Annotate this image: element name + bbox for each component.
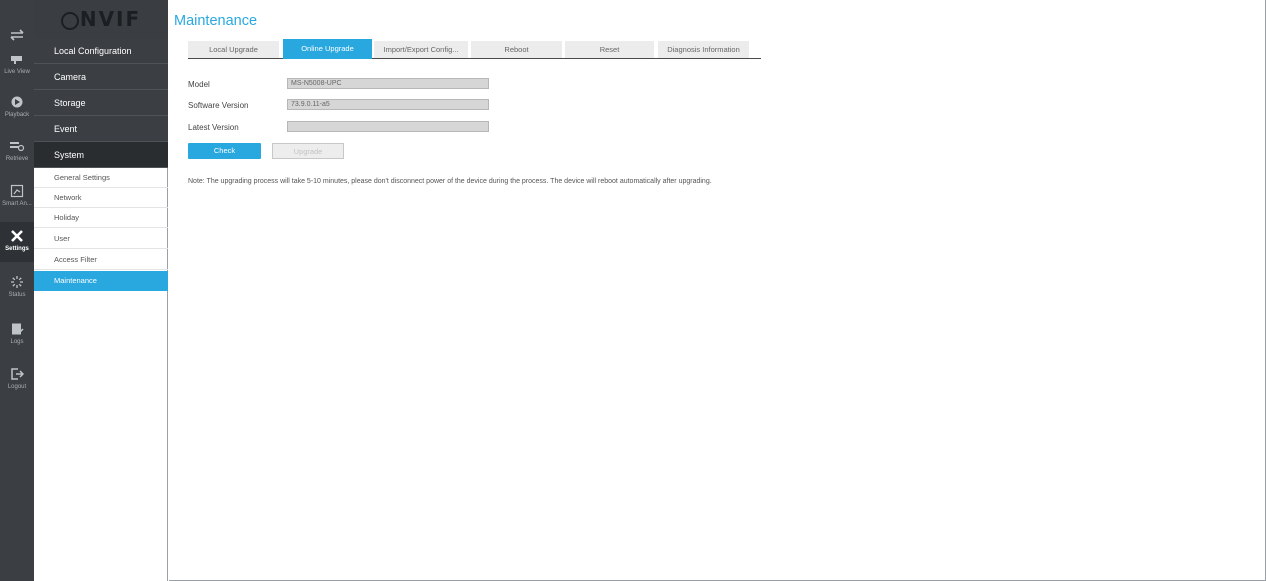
nav-section-event[interactable]: Event — [34, 116, 168, 142]
nav-item-general-settings[interactable]: General Settings — [34, 168, 168, 188]
nav-item-network[interactable]: Network — [34, 188, 168, 208]
upgrade-note: Note: The upgrading process will take 5-… — [188, 178, 712, 185]
tab-bar: Local Upgrade Online Upgrade Import/Expo… — [188, 39, 761, 59]
tab-diagnosis-information[interactable]: Diagnosis Information — [658, 41, 749, 58]
tab-local-upgrade[interactable]: Local Upgrade — [188, 41, 279, 58]
rail-item-switch[interactable] — [0, 26, 34, 44]
tab-import-export-config[interactable]: Import/Export Config... — [374, 41, 468, 58]
nav-item-user[interactable]: User — [34, 229, 168, 249]
software-version-label: Software Version — [188, 101, 249, 110]
swap-arrows-icon — [0, 26, 34, 44]
page-title: Maintenance — [174, 13, 258, 29]
nav-section-local-configuration[interactable]: Local Configuration — [34, 38, 168, 64]
logs-icon — [0, 320, 34, 338]
rail-item-playback[interactable]: Playback — [0, 93, 34, 119]
rail-item-retrieve[interactable]: Retrieve — [0, 137, 34, 163]
settings-nav: NVIF Local Configuration Camera Storage … — [34, 0, 168, 581]
rail-item-live-view[interactable]: Live View — [0, 50, 34, 76]
model-label: Model — [188, 80, 210, 89]
logo-wordmark: NVIF — [60, 7, 141, 31]
rail-item-smart-analysis[interactable]: Smart An... — [0, 182, 34, 208]
camera-icon — [0, 50, 34, 68]
latest-version-field — [287, 121, 489, 132]
nav-item-maintenance[interactable]: Maintenance — [34, 271, 168, 291]
model-field: MS-N5008-UPC — [287, 78, 489, 89]
software-version-field: 73.9.0.11-a5 — [287, 99, 489, 110]
nav-section-camera[interactable]: Camera — [34, 64, 168, 90]
icon-rail: Live View Playback Retrieve Smart An... … — [0, 0, 34, 581]
main-panel: Maintenance Local Upgrade Online Upgrade… — [169, 0, 1266, 581]
smart-analysis-icon — [0, 182, 34, 200]
nav-section-system[interactable]: System — [34, 142, 168, 168]
check-button[interactable]: Check — [188, 143, 261, 159]
latest-version-label: Latest Version — [188, 123, 239, 132]
rail-item-logout[interactable]: Logout — [0, 365, 34, 391]
rail-item-logs[interactable]: Logs — [0, 320, 34, 346]
nav-item-holiday[interactable]: Holiday — [34, 208, 168, 228]
rail-item-settings[interactable]: Settings — [0, 222, 34, 262]
retrieve-icon — [0, 137, 34, 155]
brand-logo: NVIF — [34, 0, 168, 38]
tab-online-upgrade[interactable]: Online Upgrade — [283, 39, 372, 59]
rail-item-status[interactable]: Status — [0, 273, 34, 299]
nav-section-storage[interactable]: Storage — [34, 90, 168, 116]
nav-item-access-filter[interactable]: Access Filter — [34, 250, 168, 270]
status-icon — [0, 273, 34, 291]
settings-tools-icon — [0, 227, 34, 245]
tab-reboot[interactable]: Reboot — [471, 41, 562, 58]
playback-icon — [0, 93, 34, 111]
upgrade-button[interactable]: Upgrade — [272, 143, 344, 159]
logout-icon — [0, 365, 34, 383]
tab-reset[interactable]: Reset — [565, 41, 654, 58]
